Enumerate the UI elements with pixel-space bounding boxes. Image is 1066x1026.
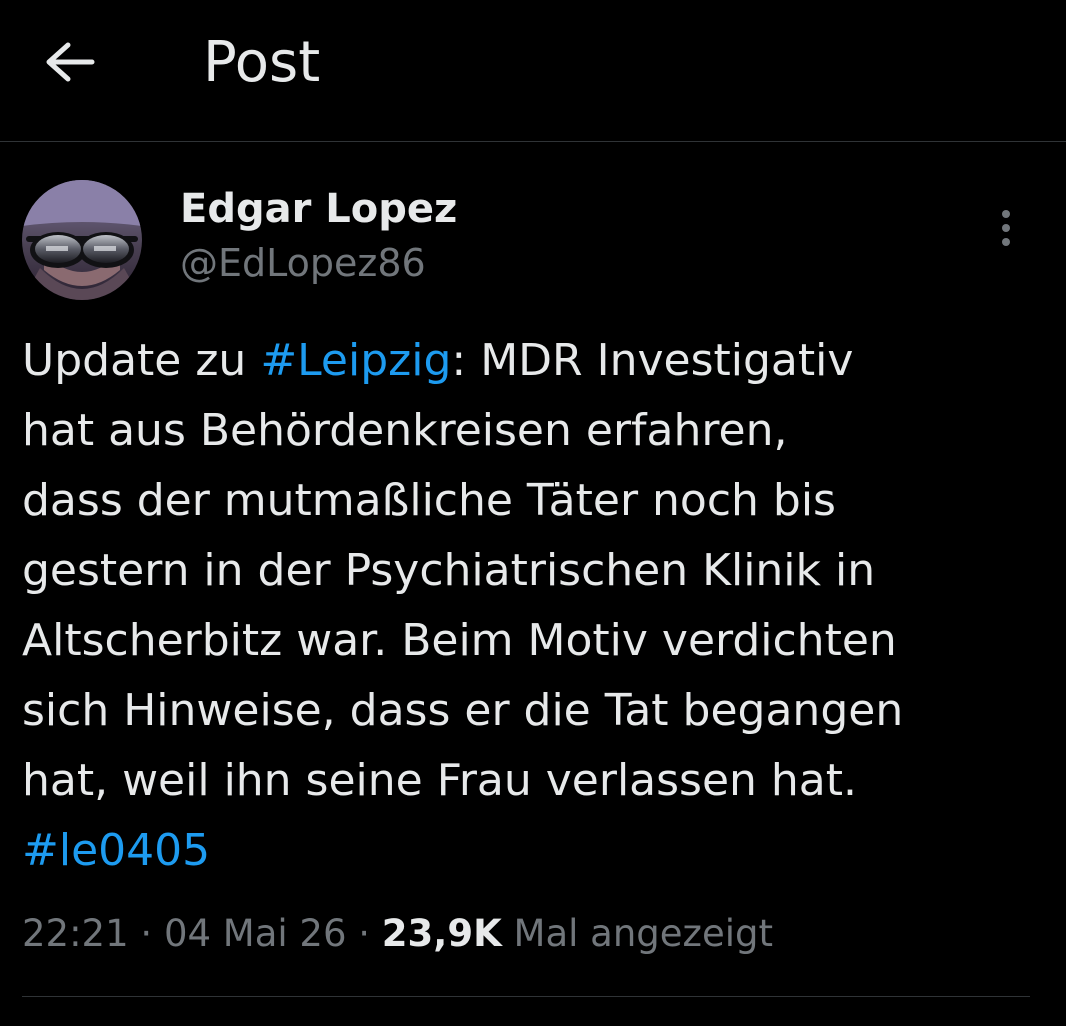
more-dot	[1002, 238, 1010, 246]
post-time[interactable]: 22:21	[22, 912, 129, 955]
avatar[interactable]	[22, 180, 142, 300]
author-handle[interactable]: @EdLopez86	[180, 240, 426, 286]
hashtag-link[interactable]: #Leipzig	[260, 335, 451, 386]
meta-separator: ·	[346, 912, 382, 955]
more-dots-icon	[1002, 210, 1010, 218]
post-date[interactable]: 04 Mai 26	[164, 912, 347, 955]
post-text-segment: : MDR Investigativ	[451, 335, 854, 386]
post-line: Update zu #Leipzig: MDR Investigativ	[22, 326, 1032, 396]
back-button[interactable]	[30, 22, 110, 102]
views-label: Mal angezeigt	[501, 912, 773, 955]
post-text-segment: Update zu	[22, 335, 261, 386]
post-line: Altscherbitz war. Beim Motiv verdichten	[22, 615, 897, 666]
post-line: hat aus Behördenkreisen erfahren,	[22, 405, 788, 456]
post-line: hat, weil ihn seine Frau verlassen hat.	[22, 755, 858, 806]
post-line: dass der mutmaßliche Täter noch bis	[22, 475, 836, 526]
hashtag-link[interactable]: #le0405	[22, 825, 210, 876]
more-options-button[interactable]	[986, 202, 1026, 254]
top-bar: Post	[0, 0, 1066, 142]
post-metadata: 22:21 · 04 Mai 26 · 23,9K Mal angezeigt	[22, 906, 773, 962]
post-text: Update zu #Leipzig: MDR Investigativ hat…	[22, 326, 1032, 886]
arrow-left-icon	[46, 42, 95, 82]
post-line: sich Hinweise, dass er die Tat begangen	[22, 685, 904, 736]
page-title: Post	[203, 30, 321, 95]
profile-photo	[22, 180, 142, 300]
post-line: #le0405	[22, 816, 1032, 886]
more-dot	[1002, 224, 1010, 232]
meta-separator: ·	[128, 912, 164, 955]
author-name[interactable]: Edgar Lopez	[180, 186, 457, 232]
views-count: 23,9K	[381, 912, 502, 955]
post-line: gestern in der Psychiatrischen Klinik in	[22, 545, 876, 596]
divider	[22, 996, 1030, 997]
